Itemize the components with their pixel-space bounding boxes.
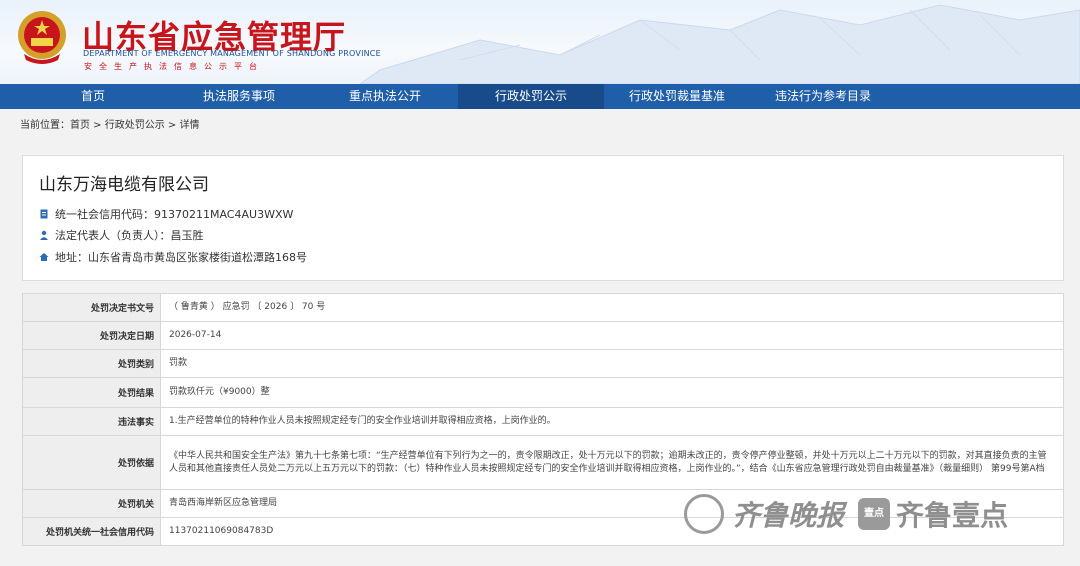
main-nav: 首页 执法服务事项 重点执法公开 行政处罚公示 行政处罚裁量基准 违法行为参考目… (0, 84, 1080, 109)
watermark-left-text: 齐鲁晚报 (732, 499, 845, 532)
table-row: 处罚决定书文号 （ 鲁青黄 ） 应急罚 〔 2026 〕 70 号 (22, 293, 1064, 322)
row-value: （ 鲁青黄 ） 应急罚 〔 2026 〕 70 号 (160, 293, 1064, 322)
company-name: 山东万海电缆有限公司 (39, 175, 209, 195)
address-row: 地址：山东省青岛市黄岛区张家楼街道松潭路168号 (39, 249, 307, 265)
breadcrumb-home-link[interactable]: 首页 (70, 120, 90, 131)
row-value: 罚款玖仟元（¥9000）整 (160, 377, 1064, 408)
site-subtitle-english: DEPARTMENT OF EMERGENCY MANAGEMENT OF SH… (83, 49, 381, 58)
row-value: 《中华人民共和国安全生产法》第九十七条第七项：“生产经营单位有下列行为之一的，责… (160, 435, 1064, 490)
document-icon (40, 209, 48, 219)
row-key: 处罚机关统一社会信用代码 (22, 517, 161, 546)
credit-code-row: 统一社会信用代码：91370211MAC4AU3WXW (39, 206, 293, 222)
table-row: 处罚依据 《中华人民共和国安全生产法》第九十七条第七项：“生产经营单位有下列行为… (22, 435, 1064, 490)
row-key: 违法事实 (22, 407, 161, 436)
row-value: 2026-07-14 (160, 321, 1064, 350)
legal-rep-text: 法定代表人（负责人）：昌玉胜 (55, 229, 204, 242)
nav-violation-catalog[interactable]: 违法行为参考目录 (750, 84, 896, 109)
legal-rep-row: 法定代表人（负责人）：昌玉胜 (39, 227, 204, 243)
row-key: 处罚决定日期 (22, 321, 161, 350)
table-row: 违法事实 1.生产经营单位的特种作业人员未按照规定经专门的安全作业培训并取得相应… (22, 407, 1064, 436)
table-row: 处罚类别 罚款 (22, 349, 1064, 378)
home-icon (39, 253, 49, 261)
site-header: 山东省应急管理厅 DEPARTMENT OF EMERGENCY MANAGEM… (0, 0, 1080, 84)
person-icon (40, 230, 48, 240)
nav-penalty-disclosure[interactable]: 行政处罚公示 (458, 84, 604, 109)
row-key: 处罚类别 (22, 349, 161, 378)
nav-key-enforcement[interactable]: 重点执法公开 (312, 84, 458, 109)
nav-penalty-benchmark[interactable]: 行政处罚裁量基准 (604, 84, 750, 109)
row-key: 处罚依据 (22, 435, 161, 490)
row-value: 1.生产经营单位的特种作业人员未按照规定经专门的安全作业培训并取得相应资格，上岗… (160, 407, 1064, 436)
breadcrumb-current: 详情 (179, 120, 200, 131)
breadcrumb-section-link[interactable]: 行政处罚公示 (105, 120, 165, 131)
watermark: 齐鲁晚报 壹点 齐鲁壹点 (684, 489, 1060, 539)
watermark-badge: 壹点 (858, 498, 891, 530)
national-emblem-icon (18, 11, 66, 64)
watermark-right-text: 齐鲁壹点 (896, 499, 1009, 532)
row-key: 处罚机关 (22, 489, 161, 518)
row-value: 罚款 (160, 349, 1064, 378)
nav-enforcement-services[interactable]: 执法服务事项 (166, 84, 312, 109)
breadcrumb-separator: > (90, 120, 105, 131)
credit-code-text: 统一社会信用代码：91370211MAC4AU3WXW (55, 208, 294, 221)
map-background-graphic (359, 4, 1080, 84)
row-key: 处罚决定书文号 (22, 293, 161, 322)
breadcrumb: 当前位置：首页 > 行政处罚公示 > 详情 (20, 116, 200, 131)
address-text: 地址：山东省青岛市黄岛区张家楼街道松潭路168号 (55, 251, 307, 264)
site-slogan: 安全生产执法信息公示平台 (84, 62, 264, 71)
breadcrumb-separator: > (164, 120, 180, 131)
company-card: 山东万海电缆有限公司 统一社会信用代码：91370211MAC4AU3WXW 法… (22, 155, 1064, 281)
table-row: 处罚决定日期 2026-07-14 (22, 321, 1064, 350)
row-key: 处罚结果 (22, 377, 161, 408)
breadcrumb-prefix: 当前位置： (20, 120, 70, 131)
table-row: 处罚结果 罚款玖仟元（¥9000）整 (22, 377, 1064, 408)
newspaper-logo-icon (684, 494, 724, 534)
nav-home[interactable]: 首页 (20, 84, 166, 109)
